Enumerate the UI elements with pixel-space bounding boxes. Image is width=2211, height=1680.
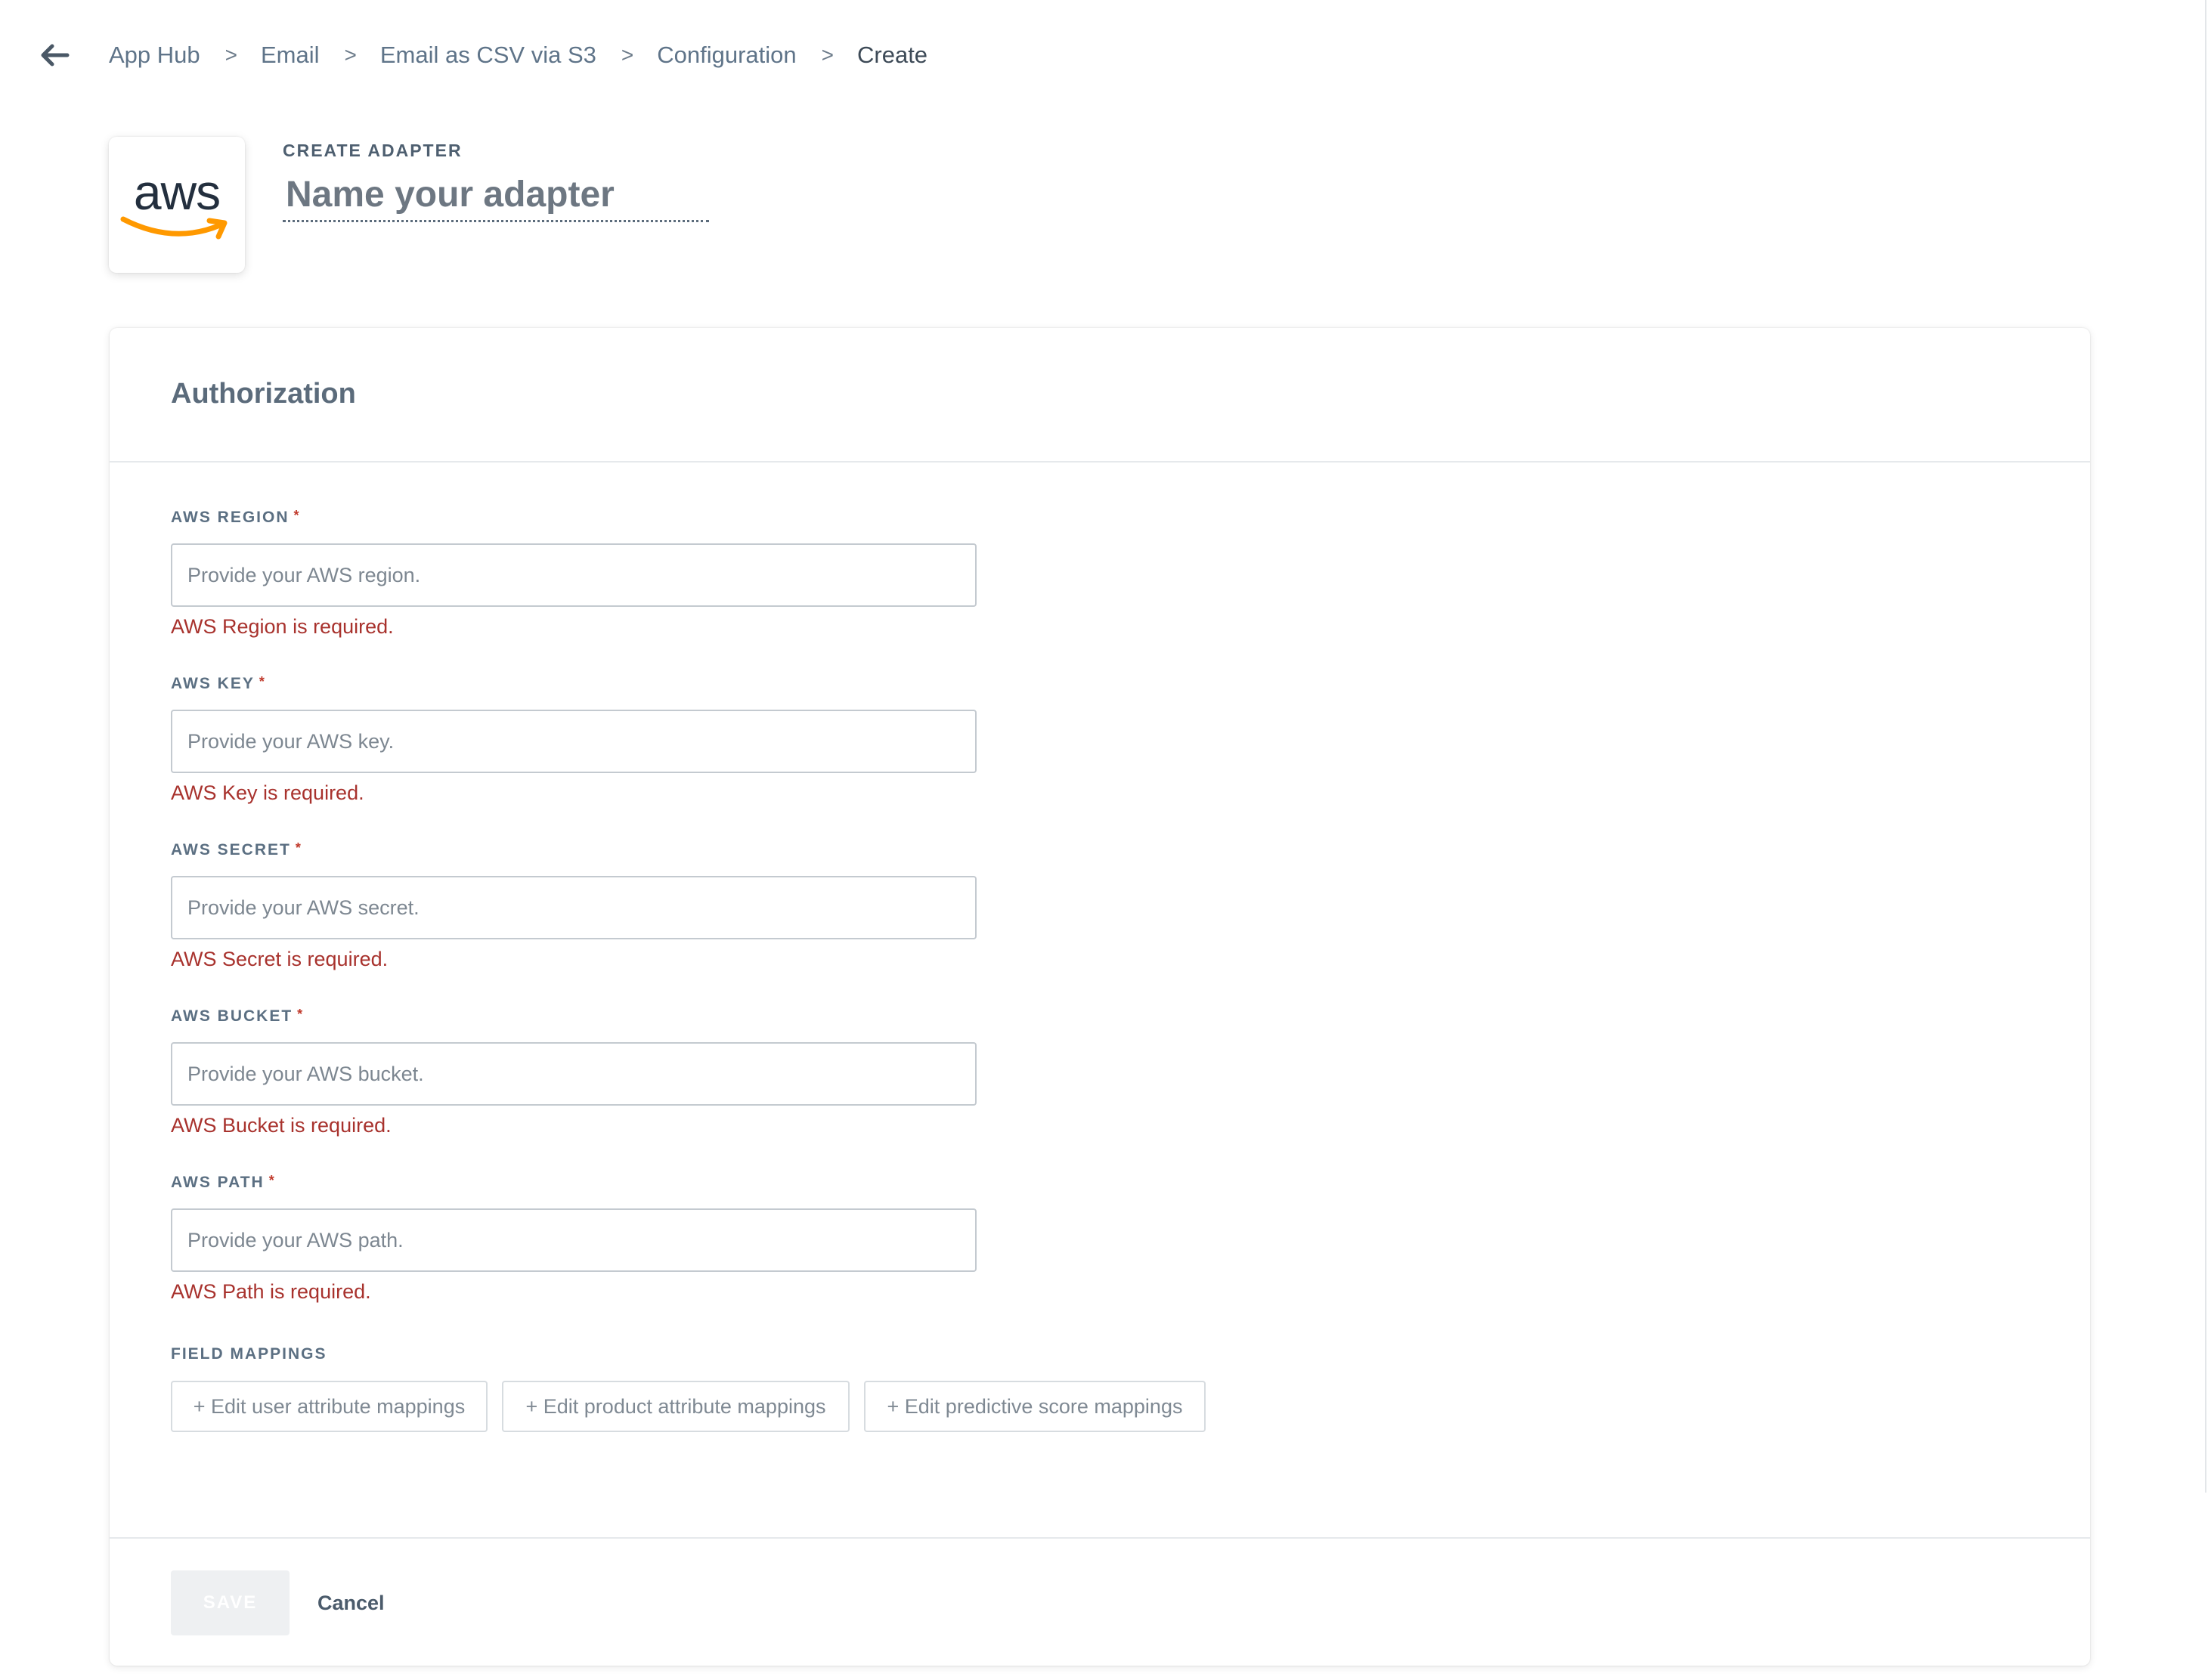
aws-secret-label-text: AWS SECRET (171, 841, 291, 859)
page: App Hub > Email > Email as CSV via S3 > … (0, 0, 2211, 1680)
breadcrumb-separator: > (821, 43, 834, 67)
adapter-name-input[interactable] (283, 169, 709, 222)
aws-bucket-label: AWS BUCKET * (171, 1007, 304, 1026)
aws-region-label: AWS REGION * (171, 508, 301, 527)
aws-logo-text: aws (133, 164, 221, 220)
breadcrumb-separator: > (621, 43, 634, 67)
aws-logo: aws (120, 164, 234, 240)
arrow-left-icon (41, 44, 70, 67)
aws-bucket-input[interactable] (171, 1042, 977, 1106)
create-adapter-overline: CREATE ADAPTER (283, 141, 463, 160)
required-marker: * (259, 674, 266, 689)
aws-region-label-text: AWS REGION (171, 509, 290, 526)
aws-region-input[interactable] (171, 543, 977, 607)
field-mappings-label: FIELD MAPPINGS (171, 1345, 327, 1363)
edit-product-attribute-mappings-button[interactable]: + Edit product attribute mappings (502, 1381, 850, 1432)
aws-smile-icon (120, 216, 228, 240)
aws-path-label-text: AWS PATH (171, 1174, 265, 1191)
aws-path-input[interactable] (171, 1208, 977, 1272)
cancel-button[interactable]: Cancel (317, 1584, 385, 1622)
section-title: Authorization (171, 378, 356, 410)
section-divider (110, 461, 2090, 463)
required-marker: * (297, 1007, 305, 1022)
aws-key-error: AWS Key is required. (171, 781, 364, 804)
back-button[interactable] (33, 38, 76, 73)
aws-key-label-text: AWS KEY (171, 675, 255, 692)
required-marker: * (295, 840, 302, 855)
aws-key-input[interactable] (171, 710, 977, 773)
breadcrumb-configuration[interactable]: Configuration (657, 42, 796, 69)
breadcrumb-separator: > (344, 43, 357, 67)
aws-bucket-label-text: AWS BUCKET (171, 1007, 293, 1025)
aws-region-error: AWS Region is required. (171, 615, 394, 638)
adapter-logo: aws (109, 137, 245, 273)
aws-path-label: AWS PATH * (171, 1173, 276, 1192)
required-marker: * (268, 1173, 276, 1188)
aws-secret-label: AWS SECRET * (171, 840, 302, 859)
breadcrumb: App Hub > Email > Email as CSV via S3 > … (109, 30, 927, 80)
breadcrumb-separator: > (225, 43, 237, 67)
aws-key-label: AWS KEY * (171, 674, 266, 693)
aws-secret-error: AWS Secret is required. (171, 948, 389, 970)
save-button[interactable]: SAVE (171, 1570, 290, 1635)
aws-bucket-error: AWS Bucket is required. (171, 1114, 392, 1137)
footer-divider (110, 1537, 2090, 1539)
breadcrumb-email[interactable]: Email (261, 42, 320, 69)
edit-user-attribute-mappings-button[interactable]: + Edit user attribute mappings (171, 1381, 488, 1432)
breadcrumb-app-hub[interactable]: App Hub (109, 42, 200, 69)
scrollbar-track[interactable] (2205, 0, 2206, 1493)
breadcrumb-current: Create (857, 42, 928, 68)
required-marker: * (293, 508, 301, 523)
edit-predictive-score-mappings-button[interactable]: + Edit predictive score mappings (864, 1381, 1206, 1432)
aws-path-error: AWS Path is required. (171, 1280, 371, 1303)
authorization-card: Authorization AWS REGION* AWS Region is … (110, 328, 2090, 1666)
aws-secret-input[interactable] (171, 876, 977, 939)
breadcrumb-email-csv-s3[interactable]: Email as CSV via S3 (380, 42, 596, 69)
